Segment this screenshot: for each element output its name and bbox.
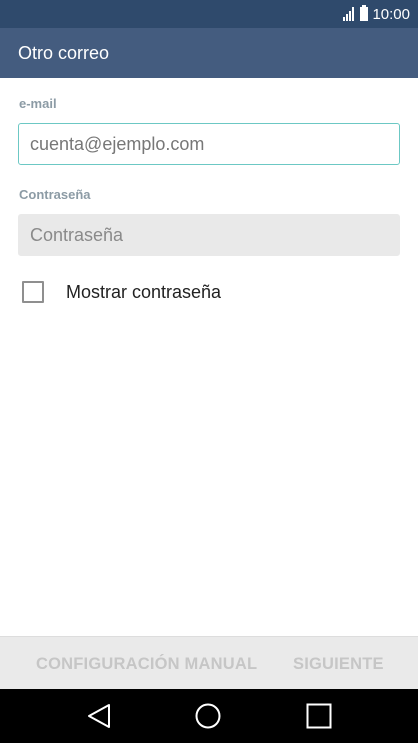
back-icon[interactable] xyxy=(86,703,112,729)
app-bar: Otro correo xyxy=(0,28,418,78)
status-clock: 10:00 xyxy=(372,5,410,23)
password-label: Contraseña xyxy=(19,187,91,202)
password-field[interactable] xyxy=(18,214,400,256)
home-icon[interactable] xyxy=(195,703,221,729)
page-title: Otro correo xyxy=(18,42,110,63)
status-bar: 10:00 xyxy=(0,0,418,28)
manual-setup-button[interactable]: CONFIGURACIÓN MANUAL xyxy=(36,655,257,674)
screen: 10:00 Otro correo e-mail Contraseña Most… xyxy=(0,0,418,743)
email-field[interactable] xyxy=(18,123,400,165)
battery-icon xyxy=(360,5,369,21)
signal-icon xyxy=(343,7,355,21)
show-password-toggle[interactable]: Mostrar contraseña xyxy=(22,281,221,303)
show-password-checkbox[interactable] xyxy=(22,281,44,303)
recents-icon[interactable] xyxy=(306,703,332,729)
navigation-bar xyxy=(0,689,418,743)
next-button[interactable]: SIGUIENTE xyxy=(293,655,384,674)
show-password-label: Mostrar contraseña xyxy=(66,281,222,302)
email-label: e-mail xyxy=(19,96,57,111)
action-bar: CONFIGURACIÓN MANUAL SIGUIENTE xyxy=(0,636,418,689)
